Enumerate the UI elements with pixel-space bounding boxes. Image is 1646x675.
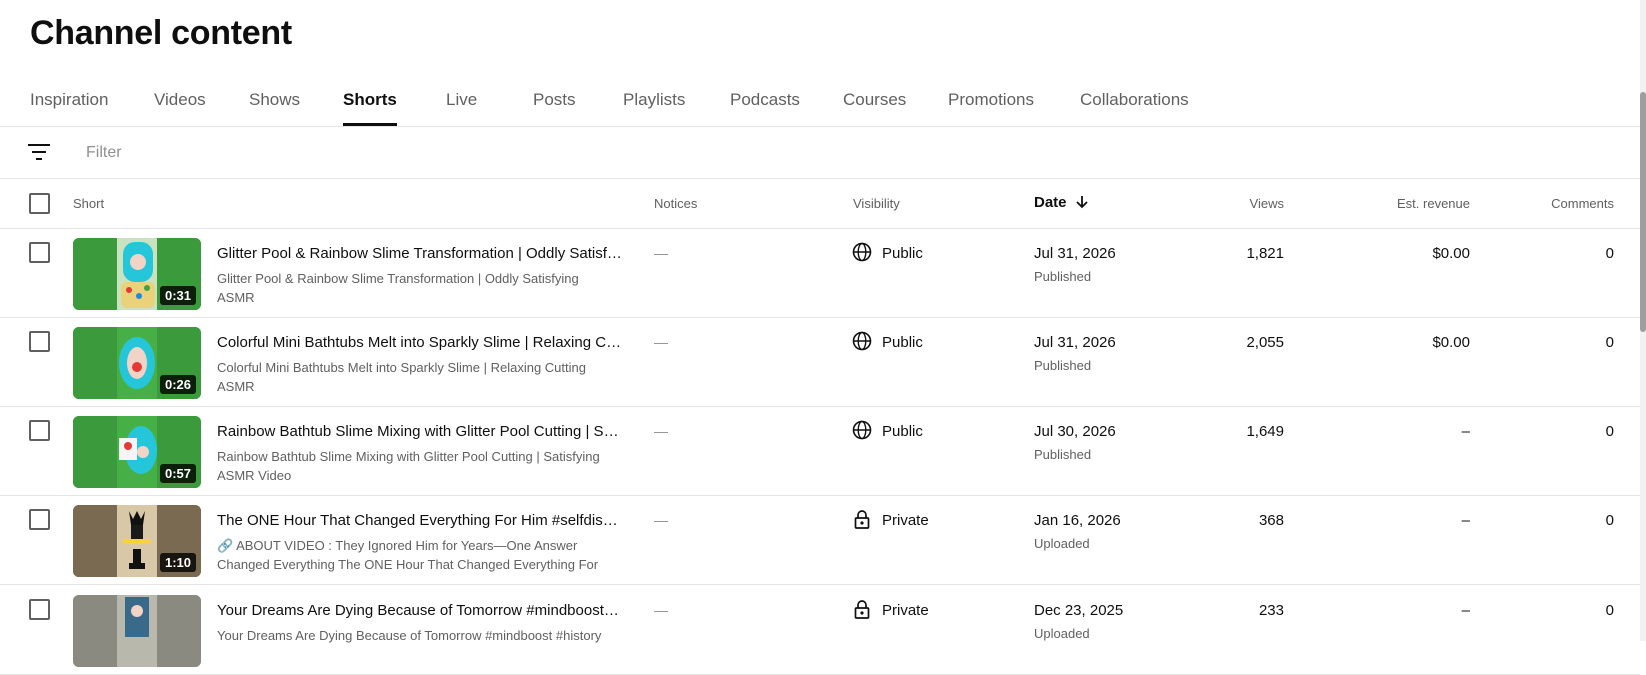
visibility-label[interactable]: Private — [882, 512, 929, 529]
video-description: Rainbow Bathtub Slime Mixing with Glitte… — [217, 449, 600, 483]
revenue-value: – — [1461, 602, 1470, 619]
filter-bar — [0, 127, 1640, 179]
tab-courses[interactable]: Courses — [843, 90, 906, 126]
date-value: Dec 23, 2025 — [1034, 602, 1124, 619]
portrait-thumbnail-image — [73, 595, 201, 667]
video-description: Your Dreams Are Dying Because of Tomorro… — [217, 628, 602, 643]
video-thumbnail[interactable] — [73, 595, 201, 667]
tab-live[interactable]: Live — [446, 90, 477, 126]
comments-value: 0 — [1605, 512, 1614, 529]
content-tabs: Inspiration Videos Shows Shorts Live Pos… — [0, 72, 1640, 127]
scrollbar-thumb[interactable] — [1640, 92, 1646, 332]
row-checkbox[interactable] — [29, 331, 50, 352]
column-visibility: Visibility — [853, 196, 900, 211]
date-value: Jan 16, 2026 — [1034, 512, 1121, 529]
video-title[interactable]: Glitter Pool & Rainbow Slime Transformat… — [217, 245, 622, 262]
views-value: 368 — [1258, 512, 1284, 529]
tab-posts[interactable]: Posts — [533, 90, 576, 126]
table-row[interactable]: 0:57 Rainbow Bathtub Slime Mixing with G… — [0, 407, 1640, 496]
visibility-label[interactable]: Public — [882, 334, 923, 351]
date-status: Uploaded — [1034, 536, 1090, 551]
views-value: 1,649 — [1246, 423, 1284, 440]
comments-value: 0 — [1605, 245, 1614, 262]
date-value: Jul 31, 2026 — [1034, 245, 1116, 262]
table-header: Short Notices Visibility Date Views Est.… — [0, 178, 1640, 229]
video-description: Colorful Mini Bathtubs Melt into Sparkly… — [217, 360, 586, 394]
comments-value: 0 — [1605, 602, 1614, 619]
column-views: Views — [1249, 196, 1284, 211]
table-row[interactable]: 1:10 The ONE Hour That Changed Everythin… — [0, 496, 1640, 585]
arrow-down-icon — [1076, 196, 1088, 209]
select-all-checkbox[interactable] — [29, 193, 50, 214]
views-value: 2,055 — [1246, 334, 1284, 351]
notice-value: — — [654, 602, 668, 618]
tab-shorts[interactable]: Shorts — [343, 90, 397, 126]
tab-playlists[interactable]: Playlists — [623, 90, 685, 126]
tab-shows[interactable]: Shows — [249, 90, 300, 126]
row-checkbox[interactable] — [29, 420, 50, 441]
duration-badge: 1:10 — [159, 553, 196, 572]
tab-videos[interactable]: Videos — [154, 90, 206, 126]
video-title[interactable]: Colorful Mini Bathtubs Melt into Sparkly… — [217, 334, 622, 351]
tab-collaborations[interactable]: Collaborations — [1080, 90, 1189, 126]
column-est-revenue: Est. revenue — [1397, 196, 1470, 211]
notice-value: — — [654, 512, 668, 528]
video-title[interactable]: Your Dreams Are Dying Because of Tomorro… — [217, 602, 622, 619]
date-status: Published — [1034, 358, 1092, 373]
date-value: Jul 31, 2026 — [1034, 334, 1116, 351]
column-short: Short — [73, 196, 105, 211]
date-status: Published — [1034, 269, 1092, 284]
tab-inspiration[interactable]: Inspiration — [30, 90, 108, 126]
row-checkbox[interactable] — [29, 599, 50, 620]
lock-icon — [854, 600, 870, 619]
lock-icon — [854, 510, 870, 529]
views-value: 1,821 — [1246, 245, 1284, 262]
comments-value: 0 — [1605, 334, 1614, 351]
revenue-value: – — [1461, 512, 1470, 529]
video-description: Glitter Pool & Rainbow Slime Transformat… — [217, 271, 579, 305]
duration-badge: 0:31 — [159, 286, 196, 305]
visibility-label[interactable]: Public — [882, 423, 923, 440]
table-row[interactable]: 0:31 Glitter Pool & Rainbow Slime Transf… — [0, 229, 1640, 318]
filter-input[interactable] — [84, 139, 688, 167]
revenue-value: – — [1461, 423, 1470, 440]
globe-icon — [852, 420, 872, 440]
video-thumbnail[interactable]: 0:26 — [73, 327, 201, 399]
table-row[interactable]: 0:26 Colorful Mini Bathtubs Melt into Sp… — [0, 318, 1640, 407]
notice-value: — — [654, 423, 668, 439]
revenue-value: $0.00 — [1432, 334, 1470, 351]
column-comments: Comments — [1551, 196, 1614, 211]
duration-badge: 0:57 — [159, 464, 196, 483]
revenue-value: $0.00 — [1432, 245, 1470, 262]
notice-value: — — [654, 245, 668, 261]
filter-icon[interactable] — [28, 143, 50, 161]
video-title[interactable]: Rainbow Bathtub Slime Mixing with Glitte… — [217, 423, 622, 440]
duration-badge: 0:26 — [159, 375, 196, 394]
row-checkbox[interactable] — [29, 509, 50, 530]
video-thumbnail[interactable]: 0:57 — [73, 416, 201, 488]
tab-podcasts[interactable]: Podcasts — [730, 90, 800, 126]
video-thumbnail[interactable]: 0:31 — [73, 238, 201, 310]
tab-promotions[interactable]: Promotions — [948, 90, 1034, 126]
table-row[interactable]: Your Dreams Are Dying Because of Tomorro… — [0, 586, 1640, 675]
globe-icon — [852, 242, 872, 262]
video-title[interactable]: The ONE Hour That Changed Everything For… — [217, 512, 622, 529]
notice-value: — — [654, 334, 668, 350]
row-checkbox[interactable] — [29, 242, 50, 263]
comments-value: 0 — [1605, 423, 1614, 440]
video-thumbnail[interactable]: 1:10 — [73, 505, 201, 577]
column-date-label: Date — [1034, 194, 1067, 211]
column-date[interactable]: Date — [1034, 194, 1089, 211]
date-status: Uploaded — [1034, 626, 1090, 641]
views-value: 233 — [1258, 602, 1284, 619]
date-value: Jul 30, 2026 — [1034, 423, 1116, 440]
globe-icon — [852, 331, 872, 351]
page-title: Channel content — [30, 14, 292, 52]
column-notices: Notices — [654, 196, 698, 211]
visibility-label[interactable]: Private — [882, 602, 929, 619]
date-status: Published — [1034, 447, 1092, 462]
visibility-label[interactable]: Public — [882, 245, 923, 262]
video-description: 🔗 ABOUT VIDEO : They Ignored Him for Yea… — [217, 538, 599, 572]
